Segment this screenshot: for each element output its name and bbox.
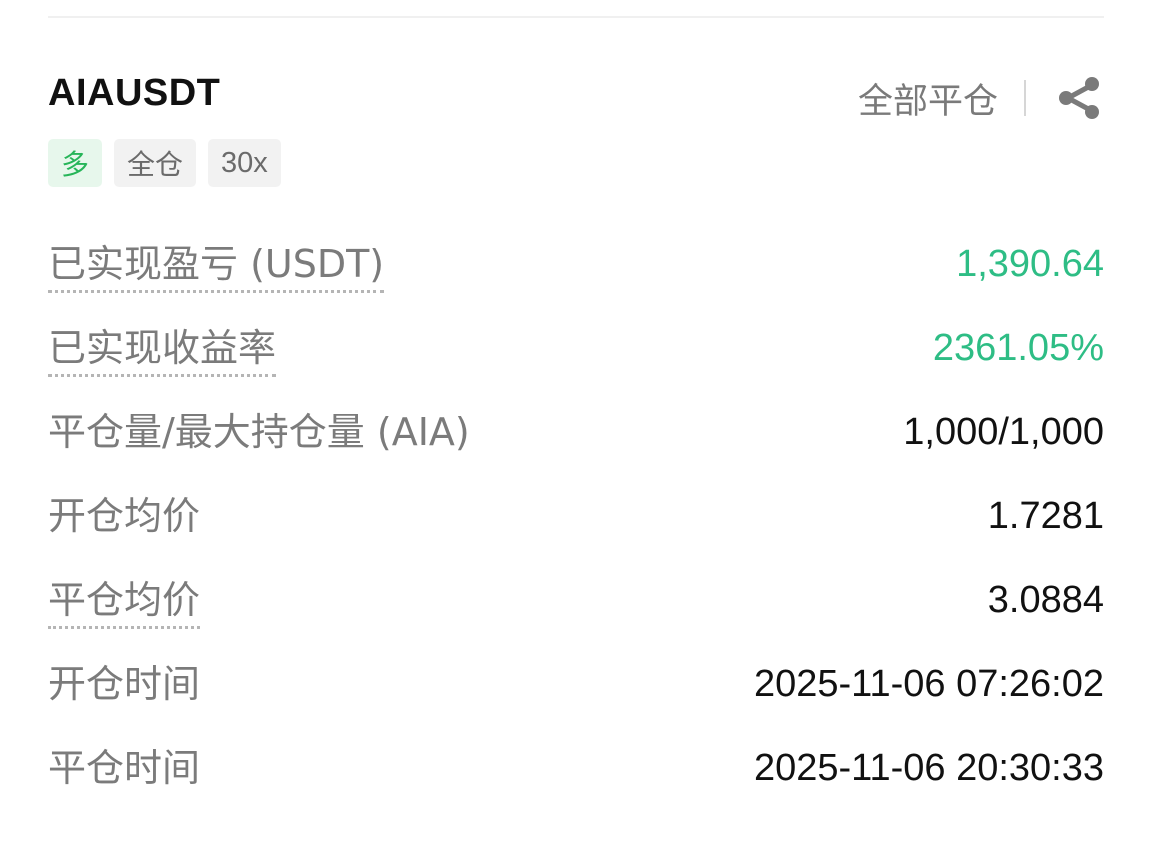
open-time-value: 2025-11-06 07:26:02 bbox=[753, 663, 1104, 705]
close-time-row: 平仓时间 2025-11-06 20:30:33 bbox=[48, 726, 1104, 810]
realized-pnl-row: 已实现盈亏 (USDT) 1,390.64 bbox=[48, 222, 1104, 306]
symbol-title: AIAUSDT bbox=[48, 72, 221, 114]
closed-max-size-row: 平仓量/最大持仓量 (AIA) 1,000/1,000 bbox=[48, 390, 1104, 474]
entry-price-row: 开仓均价 1.7281 bbox=[48, 474, 1104, 558]
close-time-value: 2025-11-06 20:30:33 bbox=[753, 747, 1104, 789]
share-icon[interactable] bbox=[1054, 73, 1104, 123]
close-time-label: 平仓时间 bbox=[48, 746, 201, 790]
close-price-label[interactable]: 平仓均价 bbox=[48, 576, 201, 629]
header-actions: 全部平仓 bbox=[858, 68, 1104, 128]
entry-price-value: 1.7281 bbox=[987, 495, 1104, 537]
close-all-button[interactable]: 全部平仓 bbox=[858, 73, 998, 124]
closed-max-size-value: 1,000/1,000 bbox=[903, 411, 1104, 453]
margin-mode-tag: 全仓 bbox=[114, 139, 197, 187]
realized-roi-value: 2361.05% bbox=[932, 327, 1104, 369]
action-divider bbox=[1024, 80, 1026, 116]
leverage-tag: 30x bbox=[208, 139, 281, 187]
close-price-value: 3.0884 bbox=[987, 579, 1104, 621]
realized-roi-row: 已实现收益率 2361.05% bbox=[48, 306, 1104, 390]
entry-price-label: 开仓均价 bbox=[48, 494, 201, 538]
open-time-row: 开仓时间 2025-11-06 07:26:02 bbox=[48, 642, 1104, 726]
side-tag: 多 bbox=[48, 139, 103, 187]
close-price-row: 平仓均价 3.0884 bbox=[48, 558, 1104, 642]
realized-pnl-value: 1,390.64 bbox=[956, 243, 1104, 285]
realized-roi-label[interactable]: 已实现收益率 bbox=[48, 324, 277, 377]
position-details: 已实现盈亏 (USDT) 1,390.64 已实现收益率 2361.05% 平仓… bbox=[48, 222, 1104, 810]
realized-pnl-label[interactable]: 已实现盈亏 (USDT) bbox=[48, 240, 385, 293]
top-divider bbox=[48, 16, 1104, 18]
open-time-label: 开仓时间 bbox=[48, 662, 201, 706]
position-header: AIAUSDT 全部平仓 bbox=[48, 68, 1104, 128]
closed-max-size-label: 平仓量/最大持仓量 (AIA) bbox=[48, 410, 470, 454]
position-tags: 多 全仓 30x bbox=[48, 139, 281, 187]
